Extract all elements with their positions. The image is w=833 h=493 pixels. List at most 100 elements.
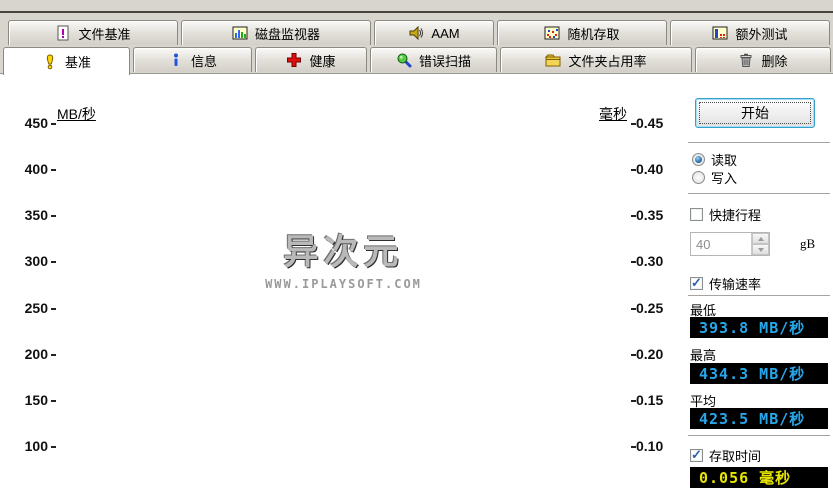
tab-extra-tests[interactable]: 额外测试 [670,20,830,45]
disk-monitor-icon [232,25,248,41]
tick-mark [51,123,56,125]
health-icon [286,52,302,68]
tab-label: 错误扫描 [419,51,471,70]
tick-mark [631,354,636,356]
random-access-icon [544,25,560,41]
toolbar-bottom-strip [0,0,833,19]
tab-health[interactable]: 健康 [255,47,367,72]
tab-row-lower: 基准 信息 健康 错误扫描 文件夹占用率 [0,46,833,73]
capacity-spinner[interactable]: 40 [690,232,770,256]
start-button-label: 开始 [741,103,769,123]
tab-label: 基准 [65,52,91,71]
short-stroke-checkbox[interactable] [690,208,703,221]
y-left-tick-label: 400 [10,161,48,177]
separator [688,435,830,439]
file-benchmark-icon [55,25,71,41]
tab-label: 健康 [309,51,335,70]
write-radio-label: 写入 [711,168,737,187]
tab-label: 删除 [761,51,787,70]
tab-label: 文件基准 [78,24,130,43]
tab-file-benchmark[interactable]: 文件基准 [8,20,178,45]
tab-label: 随机存取 [567,24,619,43]
y-left-tick-label: 150 [10,392,48,408]
spinner-buttons [751,233,769,255]
read-radio-row: 读取 [692,150,737,169]
y-right-tick-label: 0.15 [636,392,680,408]
access-time-row: 存取时间 [690,446,761,465]
y-left-tick-label: 350 [10,207,48,223]
y-right-tick-label: 0.30 [636,253,680,269]
access-time-display: 0.056 毫秒 [690,467,828,488]
benchmark-icon [42,54,58,70]
y-left-tick-label: 300 [10,253,48,269]
aam-icon [408,25,424,41]
read-radio[interactable] [692,153,705,166]
tick-mark [51,169,56,171]
tab-benchmark[interactable]: 基准 [3,47,130,75]
y-left-tick-label: 250 [10,300,48,316]
transfer-rate-label: 传输速率 [709,274,761,293]
tab-error-scan[interactable]: 错误扫描 [370,47,497,72]
tab-disk-monitor[interactable]: 磁盘监视器 [181,20,371,45]
tab-folder-usage[interactable]: 文件夹占用率 [500,47,692,72]
error-scan-icon [396,52,412,68]
tab-aam[interactable]: AAM [374,20,494,45]
min-value-display: 393.8 MB/秒 [690,317,828,338]
info-icon [168,52,184,68]
tab-delete[interactable]: 删除 [695,47,831,72]
tab-label: 磁盘监视器 [255,24,320,43]
tick-mark [631,261,636,263]
y-right-tick-label: 0.20 [636,346,680,362]
short-stroke-label: 快捷行程 [709,205,761,224]
extra-tests-icon [712,25,728,41]
tab-label: 信息 [191,51,217,70]
delete-icon [738,52,754,68]
toolbar-divider [0,11,833,13]
tick-mark [51,215,56,217]
y-right-tick-label: 0.25 [636,300,680,316]
capacity-value[interactable]: 40 [691,233,751,255]
max-value-display: 434.3 MB/秒 [690,363,828,384]
y-left-tick-label: 100 [10,438,48,454]
hdtune-window: 文件基准 磁盘监视器 AAM 随机存取 额外测试 [0,0,833,493]
y-left-tick-label: 450 [10,115,48,131]
max-label: 最高 [690,345,716,364]
tick-mark [51,400,56,402]
avg-value-display: 423.5 MB/秒 [690,408,828,429]
tick-mark [631,169,636,171]
y-right-tick-label: 0.10 [636,438,680,454]
tick-mark [631,446,636,448]
read-radio-label: 读取 [711,150,737,169]
y-right-tick-label: 0.35 [636,207,680,223]
tab-label: 额外测试 [735,24,787,43]
separator [688,295,830,299]
write-radio[interactable] [692,171,705,184]
access-time-label: 存取时间 [709,446,761,465]
right-axis-unit-label: 毫秒 [585,104,627,124]
tick-mark [51,308,56,310]
tab-random-access[interactable]: 随机存取 [497,20,667,45]
separator [688,142,830,146]
access-time-checkbox[interactable] [690,449,703,462]
spinner-up-button[interactable] [752,233,769,244]
tick-mark [51,354,56,356]
tab-info[interactable]: 信息 [133,47,252,72]
transfer-rate-checkbox[interactable] [690,277,703,290]
separator [688,193,830,197]
y-right-tick-label: 0.45 [636,115,680,131]
tab-row-upper: 文件基准 磁盘监视器 AAM 随机存取 额外测试 [0,19,833,46]
spinner-down-button[interactable] [752,244,769,255]
control-panel: 开始 读取 写入 快捷行程 40 gB 传输速率 [688,95,833,493]
tick-mark [631,215,636,217]
transfer-rate-row: 传输速率 [690,274,761,293]
left-axis-unit-label: MB/秒 [57,104,96,124]
tick-mark [51,261,56,263]
tick-mark [631,400,636,402]
tab-label: AAM [431,26,459,41]
tab-label: 文件夹占用率 [568,51,646,70]
start-button[interactable]: 开始 [695,98,815,128]
start-button-focus: 开始 [699,102,811,124]
y-right-tick-label: 0.40 [636,161,680,177]
y-left-tick-label: 200 [10,346,48,362]
tick-mark [631,308,636,310]
